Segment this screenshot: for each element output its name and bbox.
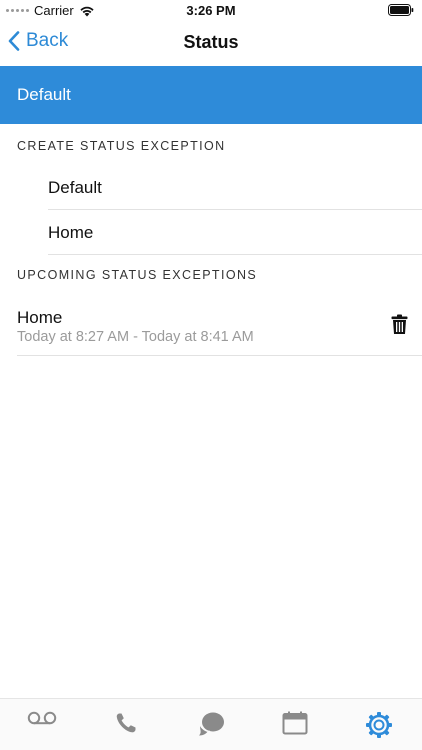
battery-icon (388, 4, 414, 16)
status-bar: Carrier 3:26 PM (0, 0, 422, 20)
settings-gear-icon (366, 712, 392, 738)
create-exception-header: CREATE STATUS EXCEPTION (17, 139, 226, 153)
exception-item[interactable]: Home Today at 8:27 AM - Today at 8:41 AM (17, 298, 422, 356)
navigation-bar: Back Status (0, 20, 422, 66)
trash-icon[interactable] (391, 314, 408, 335)
chat-icon (199, 712, 224, 736)
exception-title: Home (17, 308, 63, 327)
clock: 3:26 PM (186, 3, 236, 18)
tab-bar (0, 698, 422, 750)
phone-icon (116, 713, 136, 733)
create-option-home[interactable]: Home (48, 210, 422, 255)
tab-messages[interactable] (191, 711, 231, 741)
tab-settings[interactable] (359, 711, 399, 741)
tab-calendar[interactable] (275, 711, 315, 741)
voicemail-icon (27, 711, 57, 725)
tab-phone[interactable] (106, 711, 146, 741)
exception-time-range: Today at 8:27 AM - Today at 8:41 AM (17, 329, 254, 345)
create-option-default[interactable]: Default (48, 165, 422, 210)
upcoming-exceptions-header: UPCOMING STATUS EXCEPTIONS (17, 268, 258, 282)
calendar-icon (282, 711, 308, 735)
page-title: Status (183, 32, 239, 52)
tab-voicemail[interactable] (22, 711, 62, 741)
current-status-banner[interactable]: Default (0, 66, 422, 124)
